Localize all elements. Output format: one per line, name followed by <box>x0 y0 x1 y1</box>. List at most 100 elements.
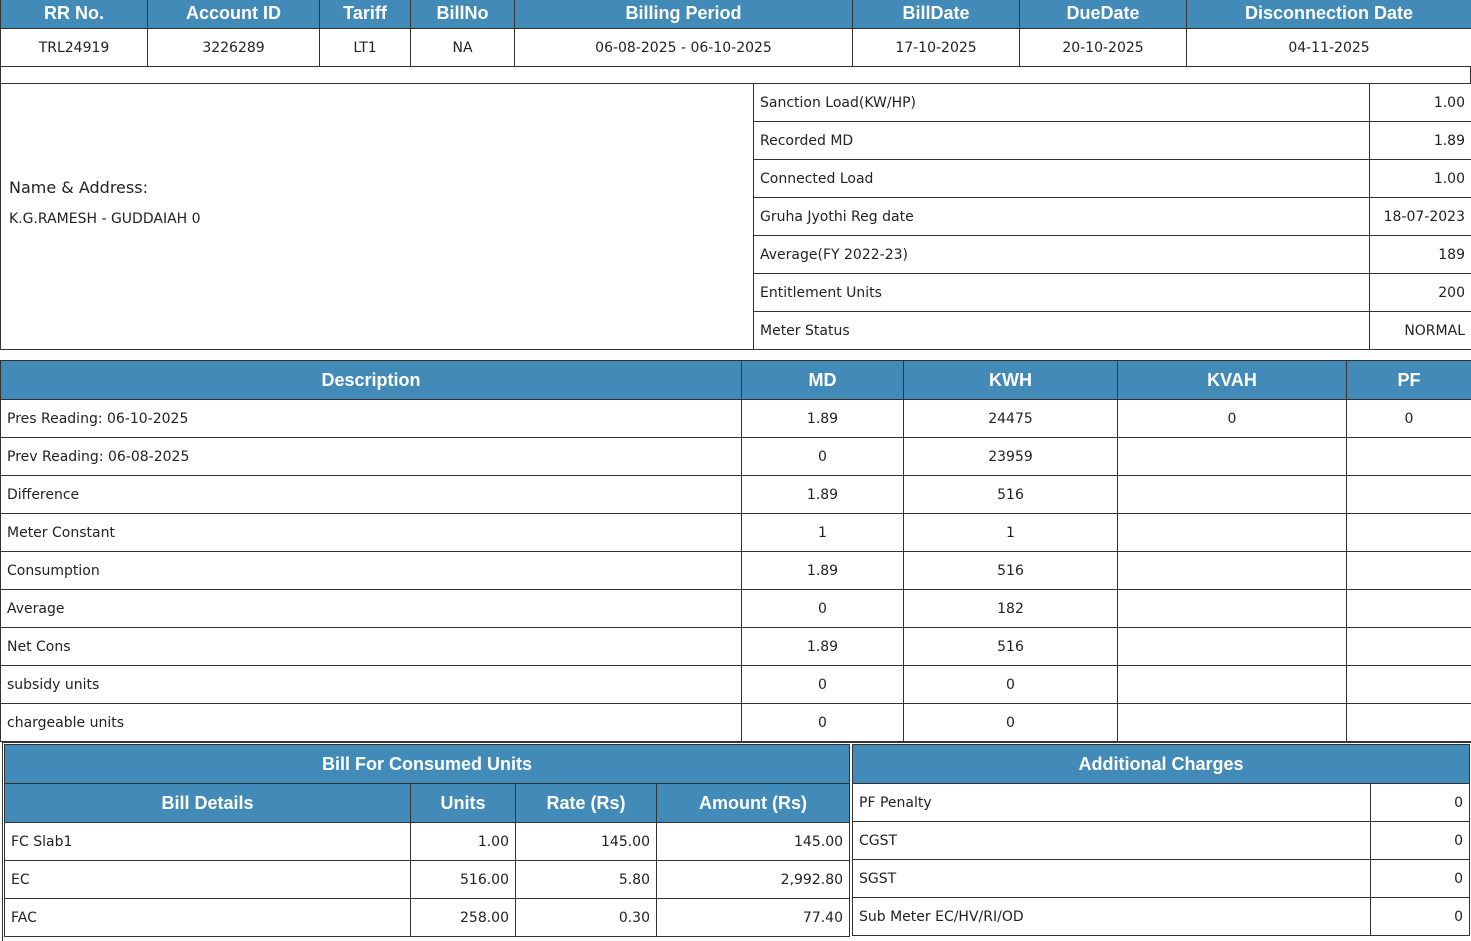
reading-value: 23959 <box>904 438 1118 476</box>
summary-value: 20-10-2025 <box>1020 29 1187 67</box>
reading-value <box>1347 514 1471 552</box>
customer-name: K.G.RAMESH - GUDDAIAH 0 <box>9 211 745 227</box>
name-address-label: Name & Address: <box>9 178 745 197</box>
bill-value: 77.40 <box>657 899 850 937</box>
reading-row: Average0182 <box>1 590 1471 628</box>
bill-header: Rate (Rs) <box>516 784 657 823</box>
bill-value: 2,992.80 <box>657 861 850 899</box>
summary-value: 04-11-2025 <box>1187 29 1471 67</box>
reading-value <box>1118 590 1347 628</box>
readings-header: Description <box>1 361 742 400</box>
summary-value: NA <box>411 29 515 67</box>
reading-label: subsidy units <box>1 666 742 704</box>
charge-value: 0 <box>1371 784 1470 822</box>
readings-header: KWH <box>904 361 1118 400</box>
reading-value: 0 <box>742 590 904 628</box>
reading-value <box>1347 438 1471 476</box>
meter-readings-table: DescriptionMDKWHKVAHPF Pres Reading: 06-1… <box>0 360 1471 742</box>
summary-header: BillNo <box>411 0 515 29</box>
bill-label: FC Slab1 <box>5 823 411 861</box>
spacer-row <box>0 66 1471 84</box>
reading-row: subsidy units00 <box>1 666 1471 704</box>
additional-row: PF Penalty0 <box>853 784 1470 822</box>
summary-header: Billing Period <box>515 0 853 29</box>
reading-label: Pres Reading: 06-10-2025 <box>1 400 742 438</box>
consumer-info-table: Name & Address:K.G.RAMESH - GUDDAIAH 0Sa… <box>0 83 1471 350</box>
reading-value: 516 <box>904 628 1118 666</box>
summary-value: 3226289 <box>148 29 320 67</box>
summary-header: BillDate <box>853 0 1020 29</box>
info-row: Name & Address:K.G.RAMESH - GUDDAIAH 0Sa… <box>1 84 1471 122</box>
charge-label: Sub Meter EC/HV/RI/OD <box>853 898 1371 936</box>
bill-summary-table: RR No.Account IDTariffBillNoBilling Peri… <box>0 0 1471 67</box>
info-label: Recorded MD <box>754 122 1370 160</box>
info-value: 200 <box>1370 274 1471 312</box>
info-label: Average(FY 2022-23) <box>754 236 1370 274</box>
readings-header: PF <box>1347 361 1471 400</box>
name-address-cell: Name & Address: K.G.RAMESH - GUDDAIAH 0 <box>1 84 754 350</box>
info-value: 1.89 <box>1370 122 1471 160</box>
reading-value <box>1347 666 1471 704</box>
reading-value <box>1347 552 1471 590</box>
reading-value <box>1118 514 1347 552</box>
info-value: 189 <box>1370 236 1471 274</box>
bill-value: 258.00 <box>411 899 516 937</box>
reading-row: chargeable units00 <box>1 704 1471 742</box>
reading-value <box>1118 552 1347 590</box>
reading-label: Average <box>1 590 742 628</box>
bill-value: 145.00 <box>516 823 657 861</box>
additional-title: Additional Charges <box>853 745 1470 784</box>
summary-header: DueDate <box>1020 0 1187 29</box>
reading-row: Pres Reading: 06-10-20251.892447500 <box>1 400 1471 438</box>
bill-consumed-units-table: Bill For Consumed UnitsBill DetailsUnits… <box>4 744 850 937</box>
info-label: Meter Status <box>754 312 1370 350</box>
bill-header: Amount (Rs) <box>657 784 850 823</box>
reading-value: 182 <box>904 590 1118 628</box>
reading-value: 516 <box>904 552 1118 590</box>
reading-row: Net Cons1.89516 <box>1 628 1471 666</box>
reading-row: Prev Reading: 06-08-2025023959 <box>1 438 1471 476</box>
summary-header: Tariff <box>320 0 411 29</box>
reading-value: 1.89 <box>742 628 904 666</box>
info-value: 18-07-2023 <box>1370 198 1471 236</box>
reading-value <box>1347 590 1471 628</box>
reading-value: 0 <box>904 704 1118 742</box>
charge-label: CGST <box>853 822 1371 860</box>
readings-header: KVAH <box>1118 361 1347 400</box>
reading-value: 0 <box>904 666 1118 704</box>
reading-row: Meter Constant11 <box>1 514 1471 552</box>
bill-title: Bill For Consumed Units <box>5 745 850 784</box>
reading-row: Consumption1.89516 <box>1 552 1471 590</box>
reading-value: 1.89 <box>742 476 904 514</box>
reading-value: 0 <box>742 438 904 476</box>
bill-header: Bill Details <box>5 784 411 823</box>
summary-header: RR No. <box>1 0 148 29</box>
reading-value <box>1118 476 1347 514</box>
reading-value: 24475 <box>904 400 1118 438</box>
bill-row: FC Slab11.00145.00145.00 <box>5 823 850 861</box>
bill-row: FAC258.000.3077.40 <box>5 899 850 937</box>
info-label: Gruha Jyothi Reg date <box>754 198 1370 236</box>
charge-value: 0 <box>1371 898 1470 936</box>
info-value: 1.00 <box>1370 160 1471 198</box>
charge-value: 0 <box>1371 822 1470 860</box>
readings-header: MD <box>742 361 904 400</box>
reading-value: 1 <box>742 514 904 552</box>
reading-value: 1 <box>904 514 1118 552</box>
reading-value: 0 <box>1347 400 1471 438</box>
reading-value: 0 <box>742 704 904 742</box>
summary-value: TRL24919 <box>1 29 148 67</box>
bill-value: 516.00 <box>411 861 516 899</box>
reading-label: Net Cons <box>1 628 742 666</box>
additional-row: SGST0 <box>853 860 1470 898</box>
bill-value: 5.80 <box>516 861 657 899</box>
reading-value <box>1118 628 1347 666</box>
reading-label: Meter Constant <box>1 514 742 552</box>
additional-charges-table: Additional Charges PF Penalty0CGST0SGST0… <box>852 744 1470 936</box>
bill-header: Units <box>411 784 516 823</box>
reading-value <box>1118 438 1347 476</box>
reading-value: 1.89 <box>742 552 904 590</box>
bill-row: EC516.005.802,992.80 <box>5 861 850 899</box>
summary-value: 06-08-2025 - 06-10-2025 <box>515 29 853 67</box>
reading-value <box>1118 704 1347 742</box>
